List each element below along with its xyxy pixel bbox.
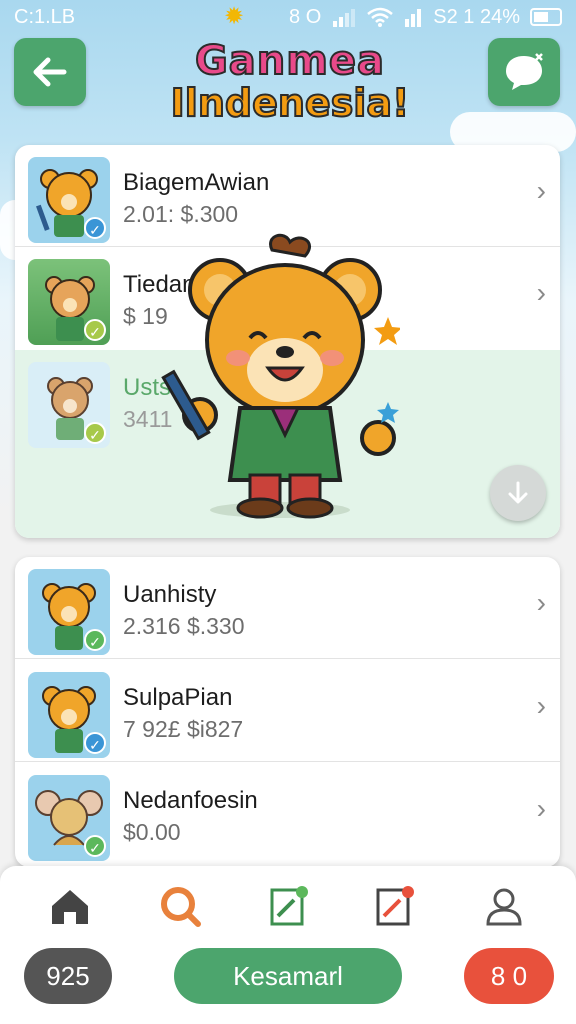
edit-document-icon	[270, 886, 308, 926]
chevron-right-icon: ›	[536, 175, 546, 206]
score-pill[interactable]: 8 0	[464, 948, 554, 1004]
chevron-right-icon: ›	[536, 793, 546, 824]
item-price: 2.316 $.330	[123, 613, 245, 639]
app-logo: Ganmea Ilndenesia!	[150, 38, 430, 125]
mouse-thumbnail: ✓	[28, 775, 110, 861]
back-button[interactable]	[14, 38, 86, 106]
wifi-icon	[367, 7, 394, 27]
list-item[interactable]: ✓ SulpaPian 7 92£ $i827 ›	[15, 660, 560, 762]
nav-home[interactable]	[46, 882, 94, 930]
status-right-text: S2 1 24%	[433, 5, 520, 28]
chat-bubble-icon	[506, 53, 543, 90]
search-icon	[161, 887, 201, 927]
bear-thumbnail: ✓	[28, 672, 110, 758]
bear-thumbnail: ✓	[28, 157, 110, 243]
signal-icon-2	[405, 9, 422, 27]
verified-check-icon: ✓	[84, 319, 106, 341]
bear-mascot-illustration	[161, 233, 400, 519]
chevron-right-icon: ›	[536, 277, 546, 308]
edit-pen-icon	[376, 886, 414, 926]
primary-action-button[interactable]: Kesamarl	[174, 948, 402, 1004]
verified-check-icon: ✓	[84, 217, 106, 239]
signal-icon	[333, 9, 356, 27]
item-price: 2.01: $.300	[123, 201, 239, 227]
user-icon	[486, 888, 522, 926]
list-item[interactable]: ✓ Nedanfoesin $0.00 ›	[15, 763, 560, 865]
verified-check-icon: ✓	[84, 629, 106, 651]
bear-thumbnail: ✓	[28, 362, 110, 448]
status-left-text: C:1.LB	[14, 5, 76, 28]
verified-check-icon: ✓	[84, 835, 106, 857]
logo-line-2: Ilndenesia!	[170, 81, 411, 125]
item-title: Uanhisty	[123, 581, 217, 608]
chat-button[interactable]	[488, 38, 560, 106]
verified-check-icon: ✓	[84, 732, 106, 754]
nav-edit-alt[interactable]	[370, 882, 418, 930]
item-price: $0.00	[123, 819, 181, 845]
chevron-right-icon: ›	[536, 690, 546, 721]
list-item[interactable]: ✓ Uanhisty 2.316 $.330 ›	[15, 557, 560, 659]
logo-line-1: Ganmea	[194, 38, 386, 84]
chevron-right-icon: ›	[536, 587, 546, 618]
battery-icon	[530, 8, 562, 26]
arrow-down-icon	[508, 481, 528, 504]
bottom-navigation: 925 Kesamarl 8 0	[0, 866, 576, 1024]
bear-thumbnail: ✓	[28, 569, 110, 655]
bear-thumbnail: ✓	[28, 259, 110, 345]
nav-edit-listing[interactable]	[264, 882, 312, 930]
arrow-left-icon	[33, 57, 67, 87]
nav-profile[interactable]	[480, 882, 528, 930]
network-text: 8 O	[289, 5, 322, 28]
listing-card-bottom: ✓ Uanhisty 2.316 $.330 › ✓ SulpaPian 7 9…	[15, 557, 560, 867]
item-price: 7 92£ $i827	[123, 716, 244, 742]
item-title: Nedanfoesin	[123, 787, 258, 814]
count-pill[interactable]: 925	[24, 948, 112, 1004]
item-title: BiagemAwian	[123, 169, 270, 196]
item-title: SulpaPian	[123, 684, 233, 711]
sun-icon: ✹	[224, 3, 245, 30]
nav-search[interactable]	[156, 882, 204, 930]
status-bar: C:1.LB 8 O S2 1 24%	[0, 0, 576, 34]
scroll-down-button[interactable]	[490, 465, 546, 521]
verified-check-icon: ✓	[84, 422, 106, 444]
home-icon	[52, 890, 88, 924]
status-right: 8 O S2 1 24%	[289, 6, 562, 29]
